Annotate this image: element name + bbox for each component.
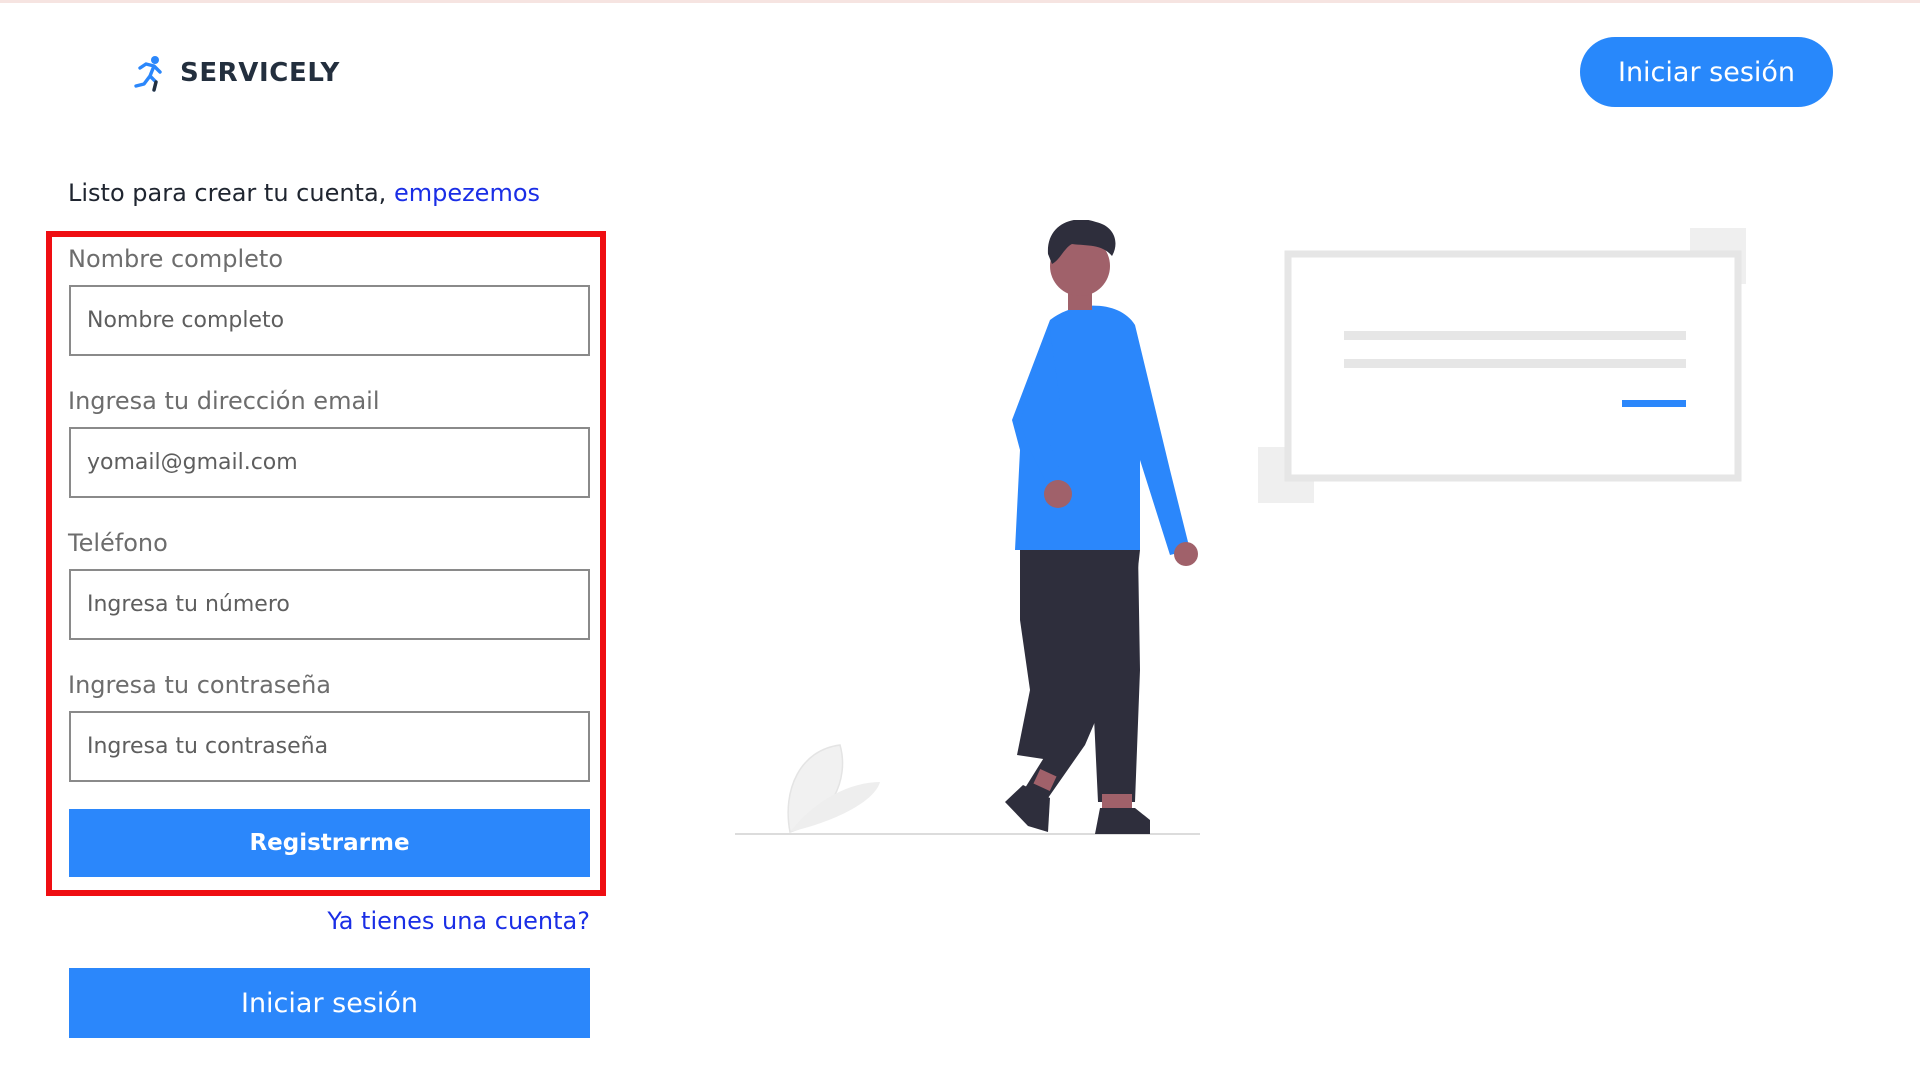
have-account-link[interactable]: Ya tienes una cuenta? — [327, 907, 590, 935]
register-button[interactable]: Registrarme — [69, 809, 590, 877]
signup-page: SERVICELY Iniciar sesión Listo para crea… — [0, 0, 1920, 1080]
header-login-button[interactable]: Iniciar sesión — [1580, 37, 1833, 107]
phone-input[interactable] — [69, 569, 590, 640]
password-label: Ingresa tu contraseña — [68, 671, 331, 699]
intro-message: Listo para crear tu cuenta, — [68, 179, 387, 207]
fullname-input[interactable] — [69, 285, 590, 356]
login-button[interactable]: Iniciar sesión — [69, 968, 590, 1038]
password-input[interactable] — [69, 711, 590, 782]
top-strip — [0, 0, 1920, 3]
fullname-label: Nombre completo — [68, 245, 284, 273]
email-label: Ingresa tu dirección email — [68, 387, 380, 415]
intro-link[interactable]: empezemos — [394, 179, 540, 207]
running-person-icon — [134, 56, 162, 92]
brand-name: SERVICELY — [180, 58, 340, 88]
person-walking-illustration — [735, 220, 1746, 835]
phone-label: Teléfono — [68, 529, 168, 557]
brand-logo[interactable]: SERVICELY — [132, 52, 340, 94]
person-figure — [1005, 220, 1198, 834]
email-input[interactable] — [69, 427, 590, 498]
intro-text: Listo para crear tu cuenta, empezemos — [68, 179, 540, 207]
